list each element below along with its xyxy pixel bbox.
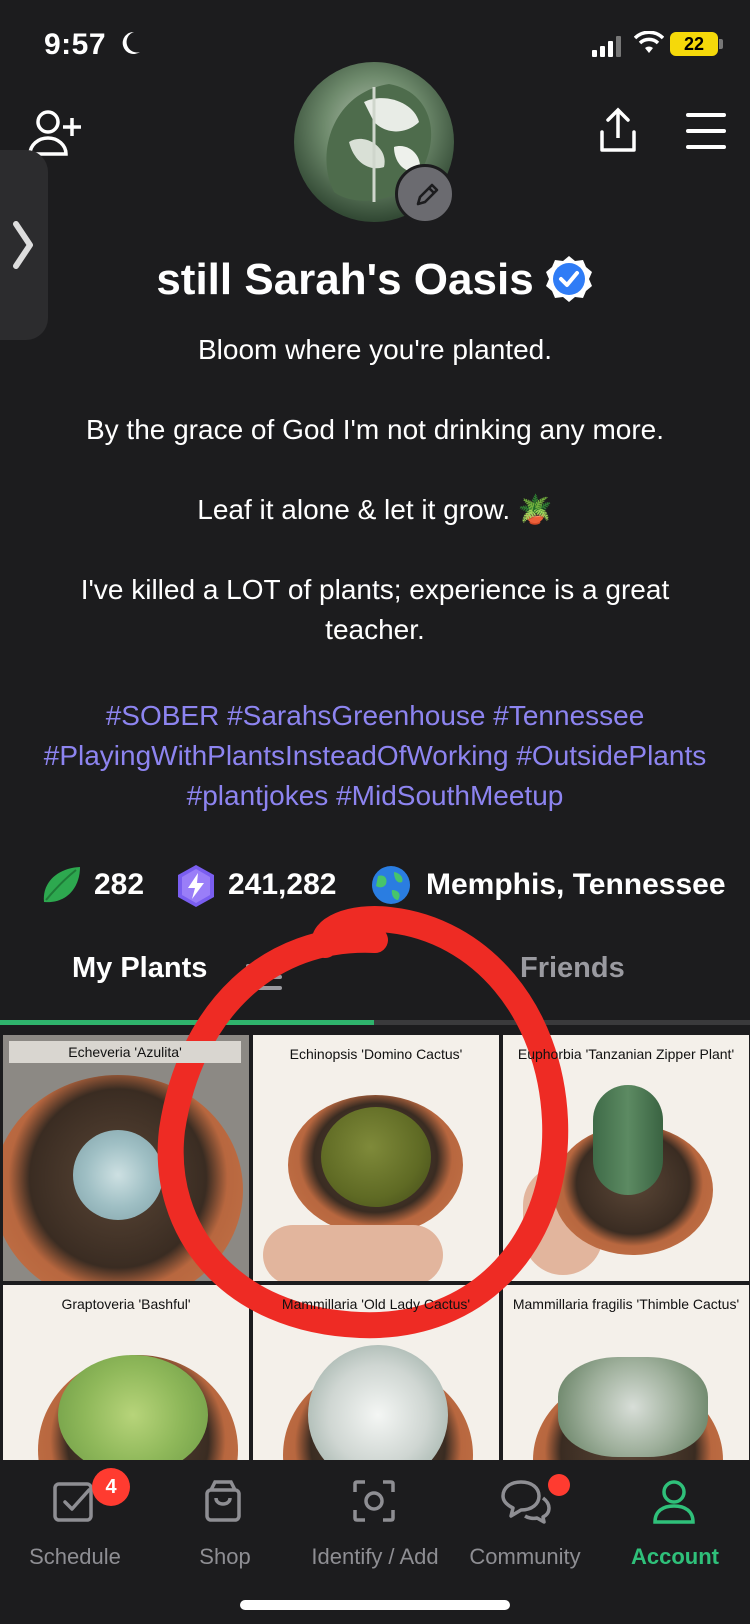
points-stat: 241,282: [174, 860, 354, 910]
cactus-image: [308, 1345, 448, 1460]
bio-line: Leaf it alone & let it grow. 🪴: [197, 494, 553, 525]
share-icon[interactable]: [594, 106, 642, 156]
location-stat: Memphis, Tennessee: [370, 860, 726, 910]
plants-count: 282: [94, 868, 145, 901]
cactus-image: [593, 1085, 663, 1195]
nav-label: Account: [631, 1544, 719, 1569]
edit-avatar-button[interactable]: [395, 164, 455, 224]
plant-name: Echeveria 'Azulita': [9, 1041, 241, 1063]
profile-stats: 282 241,282 Memphis, Tennessee: [0, 860, 750, 910]
plant-card[interactable]: Mammillaria fragilis 'Thimble Cactus': [503, 1285, 749, 1460]
lightning-gem-icon: [178, 865, 214, 907]
bio-line: Bloom where you're planted.: [198, 334, 552, 365]
scan-camera-icon: [353, 1480, 395, 1522]
plant-card[interactable]: Mammillaria 'Old Lady Cactus': [253, 1285, 499, 1460]
nav-label: Shop: [199, 1544, 251, 1569]
list-icon[interactable]: [246, 962, 286, 992]
add-friend-icon[interactable]: [28, 108, 84, 158]
shopping-bag-icon: [205, 1480, 241, 1522]
signal-icon: [592, 36, 621, 57]
nav-account[interactable]: Account: [600, 1460, 750, 1580]
battery-cap: [719, 39, 723, 49]
points-count: 241,282: [228, 868, 337, 901]
home-indicator[interactable]: [240, 1600, 510, 1610]
profile-hashtags[interactable]: #SOBER #SarahsGreenhouse #Tennessee #Pla…: [30, 696, 720, 816]
globe-icon: [372, 866, 410, 904]
moon-icon: [122, 31, 140, 54]
calendar-check-icon: [53, 1482, 93, 1522]
nav-identify[interactable]: Identify / Add: [300, 1460, 450, 1580]
nav-label: Identify / Add: [311, 1544, 439, 1569]
chat-bubbles-icon: [501, 1480, 551, 1524]
nav-label: Schedule: [29, 1544, 121, 1569]
bio-line: By the grace of God I'm not drinking any…: [85, 414, 665, 445]
plant-card[interactable]: Echinopsis 'Domino Cactus': [253, 1035, 499, 1281]
side-drawer-handle[interactable]: [0, 150, 48, 340]
tab-active-underline: [0, 1020, 374, 1025]
nav-label: Community: [469, 1544, 581, 1569]
location: Memphis, Tennessee: [426, 868, 726, 901]
tab-my-plants[interactable]: My Plants: [72, 952, 207, 985]
hand-image: [263, 1225, 443, 1281]
plant-name: Mammillaria 'Old Lady Cactus': [281, 1296, 471, 1312]
profile-name-row: still Sarah's Oasis: [0, 254, 750, 305]
leaf-icon: [43, 867, 80, 903]
wifi-icon: [634, 31, 664, 53]
plant-name: Euphorbia 'Tanzanian Zipper Plant': [517, 1046, 735, 1062]
pencil-icon: [416, 183, 439, 206]
plant-name: Mammillaria fragilis 'Thimble Cactus': [512, 1296, 740, 1312]
profile-name: still Sarah's Oasis: [156, 255, 534, 304]
plant-card[interactable]: Euphorbia 'Tanzanian Zipper Plant': [503, 1035, 749, 1281]
bio-line: I've killed a LOT of plants; experience …: [80, 574, 670, 645]
nav-schedule[interactable]: 4 Schedule: [0, 1460, 150, 1580]
plant-name: Graptoveria 'Bashful': [61, 1296, 191, 1312]
person-icon: [653, 1480, 695, 1524]
profile-tabs: My Plants Friends: [0, 940, 750, 1020]
verified-badge-icon: [545, 256, 592, 302]
nav-community[interactable]: Community: [450, 1460, 600, 1580]
cactus-image: [321, 1107, 431, 1207]
battery-indicator: 22: [670, 32, 718, 56]
plants-count-stat: 282: [40, 860, 150, 910]
schedule-badge: 4: [92, 1468, 130, 1506]
menu-icon[interactable]: [684, 110, 728, 152]
status-time: 9:57: [44, 28, 107, 61]
nav-shop[interactable]: Shop: [150, 1460, 300, 1580]
plant-card[interactable]: Graptoveria 'Bashful': [3, 1285, 249, 1460]
plant-card[interactable]: Echeveria 'Azulita': [3, 1035, 249, 1281]
plant-grid: Echeveria 'Azulita' Echinopsis 'Domino C…: [0, 1030, 750, 1460]
cactus-image: [558, 1357, 708, 1457]
plant-name: Echinopsis 'Domino Cactus': [289, 1046, 463, 1062]
tab-friends[interactable]: Friends: [520, 952, 625, 985]
succulent-image: [73, 1130, 163, 1220]
community-notification-dot: [548, 1474, 570, 1496]
